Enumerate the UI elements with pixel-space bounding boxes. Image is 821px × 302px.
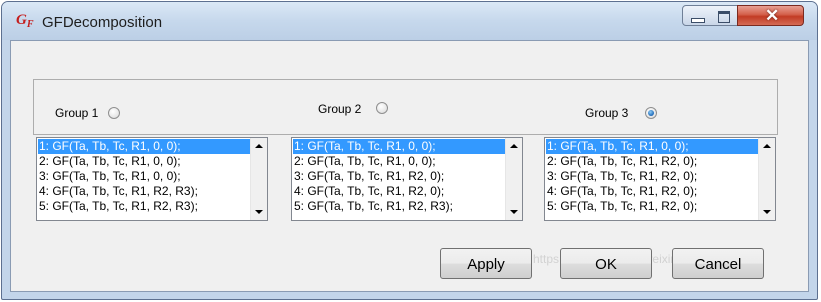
dialog-window: GF GFDecomposition ✕ Group 1 Group 2 Gro… [1, 1, 818, 300]
scroll-down-arrow-icon[interactable] [510, 210, 518, 214]
group-2-list-items: 1: GF(Ta, Tb, Tc, R1, 0, 0); 2: GF(Ta, T… [293, 139, 505, 214]
list-item[interactable]: 2: GF(Ta, Tb, Tc, R1, 0, 0); [38, 154, 250, 169]
ok-button[interactable]: OK [560, 248, 652, 279]
title-bar[interactable]: GF GFDecomposition ✕ [2, 2, 817, 40]
vertical-scrollbar[interactable] [505, 138, 522, 220]
list-item[interactable]: 4: GF(Ta, Tb, Tc, R1, R2, R3); [38, 184, 250, 199]
list-item[interactable]: 3: GF(Ta, Tb, Tc, R1, R2, 0); [293, 169, 505, 184]
maximize-button[interactable] [710, 5, 738, 26]
scroll-up-arrow-icon[interactable] [255, 144, 263, 148]
list-item[interactable]: 3: GF(Ta, Tb, Tc, R1, R2, 0); [546, 169, 758, 184]
minimize-icon [691, 18, 705, 23]
scroll-down-arrow-icon[interactable] [763, 210, 771, 214]
scroll-down-arrow-icon[interactable] [255, 210, 263, 214]
vertical-scrollbar[interactable] [758, 138, 775, 220]
group-3-list-items: 1: GF(Ta, Tb, Tc, R1, 0, 0); 2: GF(Ta, T… [546, 139, 758, 214]
group-2-listbox[interactable]: 1: GF(Ta, Tb, Tc, R1, 0, 0); 2: GF(Ta, T… [291, 137, 523, 221]
group-1-listbox[interactable]: 1: GF(Ta, Tb, Tc, R1, 0, 0); 2: GF(Ta, T… [36, 137, 268, 221]
list-item[interactable]: 5: GF(Ta, Tb, Tc, R1, R2, R3); [293, 199, 505, 214]
minimize-button[interactable] [682, 5, 711, 26]
group-3-radio[interactable] [645, 107, 657, 119]
vertical-scrollbar[interactable] [250, 138, 267, 220]
group-1-label: Group 1 [55, 106, 99, 120]
apply-button[interactable]: Apply [440, 248, 532, 279]
group-selector-box: Group 1 Group 2 Group 3 [33, 79, 778, 135]
window-title: GFDecomposition [42, 14, 163, 31]
list-item[interactable]: 5: GF(Ta, Tb, Tc, R1, R2, R3); [38, 199, 250, 214]
close-button[interactable]: ✕ [737, 5, 804, 26]
list-item[interactable]: 1: GF(Ta, Tb, Tc, R1, 0, 0); [293, 139, 505, 154]
app-icon: GF [16, 12, 34, 30]
list-item[interactable]: 2: GF(Ta, Tb, Tc, R1, 0, 0); [293, 154, 505, 169]
maximize-icon [718, 11, 730, 23]
scroll-up-arrow-icon[interactable] [763, 144, 771, 148]
list-item[interactable]: 1: GF(Ta, Tb, Tc, R1, 0, 0); [546, 139, 758, 154]
group-2-label: Group 2 [318, 102, 362, 116]
list-item[interactable]: 3: GF(Ta, Tb, Tc, R1, 0, 0); [38, 169, 250, 184]
group-3-label: Group 3 [585, 106, 629, 120]
list-item[interactable]: 4: GF(Ta, Tb, Tc, R1, R2, 0); [546, 184, 758, 199]
close-icon: ✕ [765, 6, 780, 25]
cancel-button[interactable]: Cancel [672, 248, 764, 279]
group-2-radio[interactable] [376, 102, 388, 114]
dialog-client-area: Group 1 Group 2 Group 3 1: GF(Ta, Tb, Tc… [10, 40, 809, 292]
group-1-list-items: 1: GF(Ta, Tb, Tc, R1, 0, 0); 2: GF(Ta, T… [38, 139, 250, 214]
list-item[interactable]: 5: GF(Ta, Tb, Tc, R1, R2, 0); [546, 199, 758, 214]
list-item[interactable]: 4: GF(Ta, Tb, Tc, R1, R2, 0); [293, 184, 505, 199]
group-3-listbox[interactable]: 1: GF(Ta, Tb, Tc, R1, 0, 0); 2: GF(Ta, T… [544, 137, 776, 221]
list-item[interactable]: 1: GF(Ta, Tb, Tc, R1, 0, 0); [38, 139, 250, 154]
group-1-radio[interactable] [108, 107, 120, 119]
scroll-up-arrow-icon[interactable] [510, 144, 518, 148]
list-item[interactable]: 2: GF(Ta, Tb, Tc, R1, R2, 0); [546, 154, 758, 169]
